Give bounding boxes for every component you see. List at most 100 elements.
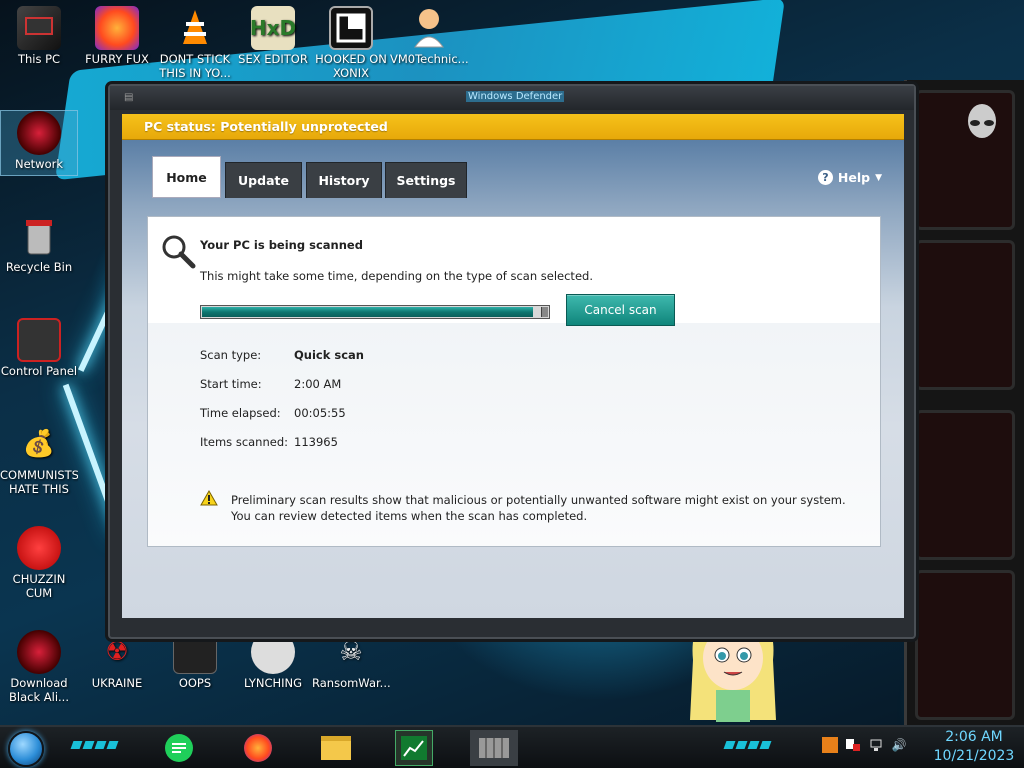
recycle-bin-icon — [17, 214, 61, 258]
scan-type-label: Scan type: — [200, 348, 262, 362]
taskbar-app-firefox[interactable] — [239, 730, 277, 766]
desktop-icon-lynching[interactable]: LYNCHING — [234, 630, 312, 690]
desktop-icon-hooked-on-xonix[interactable]: HOOKED ON XONIX — [312, 6, 390, 80]
window-title: Windows Defender — [466, 91, 565, 102]
icon-label: DONT STICK THIS IN YO... — [159, 52, 231, 80]
icon-label: HOOKED ON XONIX — [315, 52, 387, 80]
start-time-label: Start time: — [200, 377, 262, 391]
scan-progress-bar — [200, 305, 550, 319]
defender-tray-icon[interactable] — [845, 737, 861, 753]
taskbar-app-notes[interactable] — [160, 730, 198, 766]
scan-progress-end — [541, 307, 548, 317]
clock-date: 10/21/2023 — [933, 748, 1015, 764]
volume-icon[interactable]: 🔊 — [891, 737, 907, 753]
doctor-icon — [407, 6, 451, 50]
start-button[interactable] — [8, 731, 44, 767]
taskbar-decoration — [723, 741, 773, 751]
time-elapsed-value: 00:05:55 — [294, 406, 346, 420]
desktop-icon-ransomware[interactable]: ☠ RansomWar... — [312, 630, 390, 690]
desktop-icon-ukraine[interactable]: ☢ UKRAINE — [78, 630, 156, 690]
tab-settings[interactable]: Settings — [385, 162, 467, 198]
time-elapsed-label: Time elapsed: — [200, 406, 281, 420]
windows-defender-window: ▤ Windows Defender PC status: Potentiall… — [108, 84, 916, 639]
chart-app-icon — [401, 736, 427, 760]
tab-label: Settings — [396, 173, 456, 188]
scan-type-value: Quick scan — [294, 348, 364, 362]
alien-head-icon — [968, 104, 996, 138]
widget-segment — [915, 240, 1015, 390]
icon-label: VM0Technic... — [390, 52, 468, 66]
icon-label: UKRAINE — [91, 676, 143, 690]
items-scanned-value: 113965 — [294, 435, 338, 449]
network-icon — [17, 111, 61, 155]
taskbar-app-defender[interactable] — [395, 730, 433, 766]
taskbar: 🔊 2:06 AM 10/21/2023 — [0, 725, 1024, 768]
magnifier-icon — [162, 235, 196, 269]
scan-title: Your PC is being scanned — [200, 238, 363, 252]
network-tray-icon[interactable] — [868, 737, 884, 753]
computer-icon — [17, 6, 61, 50]
desktop-icon-recycle-bin[interactable]: Recycle Bin — [0, 214, 78, 274]
clock-time: 2:06 AM — [945, 729, 1003, 745]
window-titlebar[interactable]: ▤ Windows Defender — [110, 86, 914, 110]
items-scanned-label: Items scanned: — [200, 435, 289, 449]
desktop-icon-communists[interactable]: 💰 COMMUNISTS HATE THIS G... — [0, 422, 78, 496]
caret-down-icon: ▼ — [875, 172, 882, 183]
icon-label: Network — [14, 157, 64, 171]
widget-segment — [915, 410, 1015, 560]
alienware-icon — [17, 630, 61, 674]
desktop-icon-this-pc[interactable]: This PC — [0, 6, 78, 66]
tab-label: Home — [166, 169, 207, 185]
desktop-icon-download-black-ali[interactable]: Download Black Ali... — [0, 630, 78, 704]
defender-content: Home Update History Settings ? Help ▼ Yo… — [122, 140, 904, 618]
tab-label: Update — [238, 173, 289, 188]
help-menu[interactable]: ? Help ▼ — [817, 170, 882, 185]
pc-status-bar: PC status: Potentially unprotected — [122, 114, 904, 140]
desktop-icon-sex-editor[interactable]: HxD SEX EDITOR — [234, 6, 312, 66]
desktop-icon-vm0technic[interactable]: VM0Technic... — [390, 6, 468, 66]
notes-app-icon — [165, 734, 193, 762]
desktop-icon-network[interactable]: Network — [0, 110, 78, 176]
scan-warning: Preliminary scan results show that malic… — [231, 492, 851, 524]
tab-update[interactable]: Update — [225, 162, 302, 198]
taskbar-decoration — [70, 741, 120, 751]
scan-panel: Your PC is being scanned This might take… — [147, 216, 881, 547]
taskbar-app-file-explorer[interactable] — [317, 730, 355, 766]
desktop-icon-furry-fux[interactable]: FURRY FUX — [78, 6, 156, 66]
tray-app-icon[interactable] — [822, 737, 838, 753]
icon-label: RansomWar... — [312, 676, 390, 690]
icon-label: CHUZZIN CUM — [12, 572, 66, 600]
cancel-scan-label: Cancel scan — [584, 303, 657, 317]
icon-label: Download Black Ali... — [9, 676, 69, 704]
desktop-icon-oops[interactable]: OOPS — [156, 630, 234, 690]
widget-segment — [915, 90, 1015, 230]
scan-warning-line: You can review detected items when the s… — [231, 509, 588, 523]
icon-label: COMMUNISTS HATE THIS G... — [0, 468, 78, 496]
system-monitor-widget — [904, 80, 1024, 730]
desktop-icon-chuzzin[interactable]: CHUZZIN CUM — [0, 526, 78, 600]
question-circle-icon: ? — [817, 170, 833, 185]
scan-warning-line: Preliminary scan results show that malic… — [231, 493, 846, 507]
desktop-icon-dont-stick[interactable]: DONT STICK THIS IN YO... — [156, 6, 234, 80]
help-label: Help — [837, 170, 871, 185]
game-icon — [329, 6, 373, 50]
cancel-scan-button[interactable]: Cancel scan — [566, 294, 675, 326]
brick-app-icon — [479, 738, 509, 758]
taskbar-app-window[interactable] — [470, 730, 518, 766]
taskbar-clock[interactable]: 2:06 AM 10/21/2023 — [928, 728, 1020, 766]
scan-description: This might take some time, depending on … — [200, 269, 593, 283]
tab-history[interactable]: History — [306, 162, 382, 198]
widget-segment — [915, 570, 1015, 720]
desktop-icon-control-panel[interactable]: Control Panel — [0, 318, 78, 378]
icon-label: SEX EDITOR — [238, 52, 308, 66]
icon-label: This PC — [17, 52, 61, 66]
tab-home[interactable]: Home — [152, 156, 221, 198]
system-tray: 🔊 — [822, 737, 907, 753]
tab-label: History — [318, 173, 370, 188]
start-time-value: 2:00 AM — [294, 377, 342, 391]
folder-icon — [321, 736, 351, 760]
pc-status-text: PC status: Potentially unprotected — [144, 119, 388, 134]
firefox-icon — [244, 734, 272, 762]
icon-label: OOPS — [178, 676, 212, 690]
window-system-menu-icon[interactable]: ▤ — [124, 92, 138, 103]
